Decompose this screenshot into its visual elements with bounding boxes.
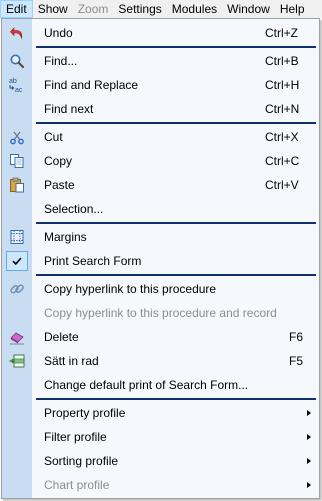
menu-modules[interactable]: Modules [167, 0, 222, 18]
menu-item-copy-hyperlink-record: Copy hyperlink to this procedure and rec… [2, 301, 319, 325]
menu-item-selection[interactable]: Selection... [2, 197, 319, 221]
menu-settings[interactable]: Settings [113, 0, 166, 18]
scissors-icon [9, 129, 25, 145]
menu-item-margins[interactable]: Margins [2, 225, 319, 249]
menu-item-delete[interactable]: Delete F6 [2, 325, 319, 349]
paste-icon [9, 177, 25, 193]
delete-shortcut: F6 [289, 330, 304, 344]
copy-label: Copy [44, 154, 73, 168]
delete-label: Delete [44, 330, 79, 344]
replace-icon: ab ac [8, 76, 26, 94]
menu-item-change-default-print[interactable]: Change default print of Search Form... [2, 373, 319, 397]
menu-edit[interactable]: Edit [0, 0, 33, 18]
submenu-arrow-icon [307, 458, 311, 464]
menu-show[interactable]: Show [33, 0, 73, 18]
menu-item-property-profile[interactable]: Property profile [2, 401, 319, 425]
menu-item-sorting-profile[interactable]: Sorting profile [2, 449, 319, 473]
margins-label: Margins [44, 230, 87, 244]
paste-shortcut: Ctrl+V [265, 178, 299, 192]
copy-hyperlink-label: Copy hyperlink to this procedure [44, 282, 217, 296]
filter-profile-label: Filter profile [44, 430, 107, 444]
print-search-form-label: Print Search Form [44, 254, 142, 268]
copy-icon [9, 153, 25, 169]
chart-profile-label: Chart profile [44, 478, 110, 492]
menu-item-find[interactable]: Find... Ctrl+B [2, 49, 319, 73]
menu-item-filter-profile[interactable]: Filter profile [2, 425, 319, 449]
menu-item-print-search-form[interactable]: Print Search Form [2, 249, 319, 273]
insert-row-icon [9, 353, 25, 369]
submenu-arrow-icon [307, 482, 311, 488]
change-default-print-label: Change default print of Search Form... [44, 378, 249, 392]
menu-item-copy-hyperlink[interactable]: Copy hyperlink to this procedure [2, 277, 319, 301]
svg-text:ac: ac [15, 87, 23, 94]
submenu-arrow-icon [307, 434, 311, 440]
edit-dropdown-menu: Undo Ctrl+Z Find... Ctrl+B ab ac Find an… [1, 18, 320, 499]
menu-item-paste[interactable]: Paste Ctrl+V [2, 173, 319, 197]
menu-item-copy[interactable]: Copy Ctrl+C [2, 149, 319, 173]
selection-label: Selection... [44, 202, 104, 216]
sorting-profile-label: Sorting profile [44, 454, 119, 468]
paste-label: Paste [44, 178, 75, 192]
menu-zoom: Zoom [77, 2, 109, 16]
search-icon [9, 53, 25, 69]
undo-icon [9, 25, 25, 41]
checkmark-icon [6, 251, 28, 271]
find-label: Find... [44, 54, 78, 68]
insert-row-shortcut: F5 [289, 354, 304, 368]
menu-item-cut[interactable]: Cut Ctrl+X [2, 125, 319, 149]
menu-item-find-and-replace[interactable]: ab ac Find and Replace Ctrl+H [2, 73, 319, 97]
menu-bar: Edit Show Zoom Settings Modules Window H… [0, 0, 322, 18]
property-profile-label: Property profile [44, 406, 126, 420]
menu-window[interactable]: Window [222, 0, 275, 18]
margins-icon [9, 229, 25, 245]
find-shortcut: Ctrl+B [265, 54, 299, 68]
undo-shortcut: Ctrl+Z [265, 26, 298, 40]
find-replace-label: Find and Replace [44, 78, 139, 92]
find-replace-shortcut: Ctrl+H [265, 78, 300, 92]
insert-row-label: Sätt in rad [44, 354, 99, 368]
menu-item-undo[interactable]: Undo Ctrl+Z [2, 21, 319, 45]
find-next-shortcut: Ctrl+N [265, 102, 300, 116]
eraser-icon [9, 329, 25, 345]
copy-hyperlink-record-label: Copy hyperlink to this procedure and rec… [44, 306, 277, 320]
menu-help[interactable]: Help [275, 0, 310, 18]
svg-text:ab: ab [9, 78, 17, 85]
link-icon [9, 281, 25, 297]
undo-label: Undo [44, 26, 73, 40]
cut-shortcut: Ctrl+X [265, 130, 299, 144]
menu-item-chart-profile: Chart profile [2, 473, 319, 497]
menu-item-insert-row[interactable]: Sätt in rad F5 [2, 349, 319, 373]
cut-label: Cut [44, 130, 63, 144]
find-next-label: Find next [44, 102, 94, 116]
submenu-arrow-icon [307, 410, 311, 416]
menu-item-find-next[interactable]: Find next Ctrl+N [2, 97, 319, 121]
copy-shortcut: Ctrl+C [265, 154, 300, 168]
